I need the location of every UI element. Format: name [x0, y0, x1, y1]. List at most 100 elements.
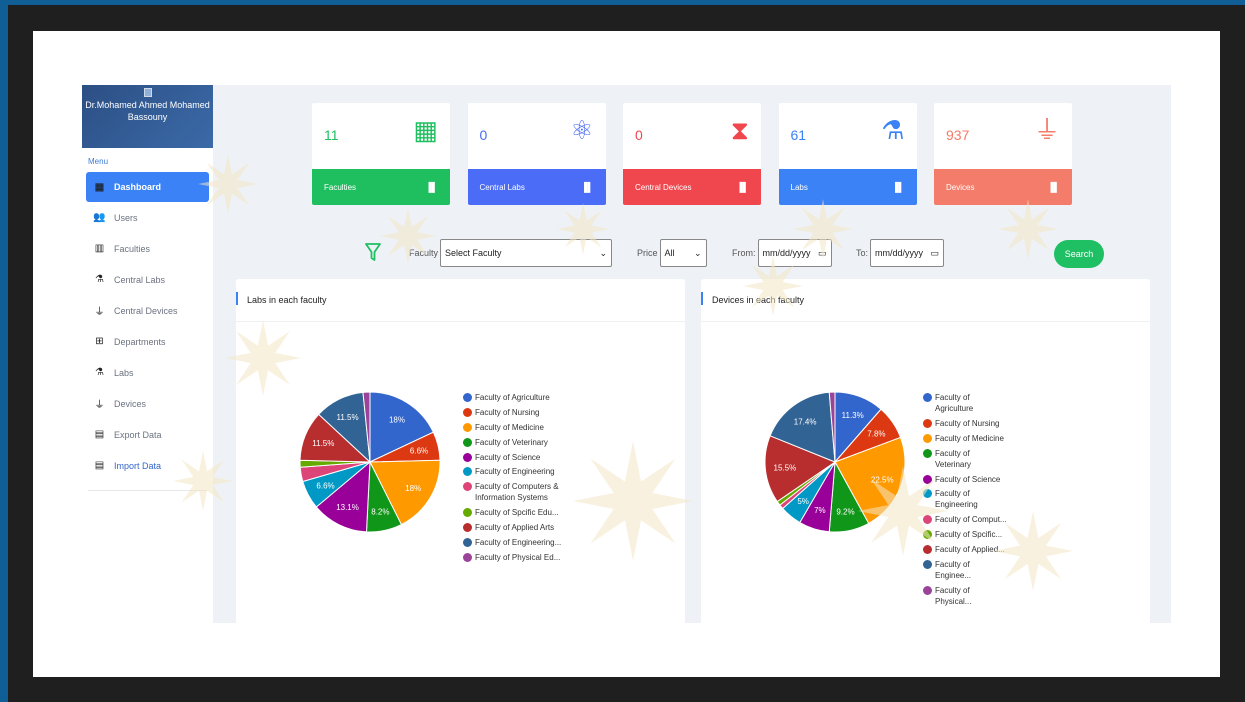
slice-label: 11.5% [312, 439, 334, 448]
stat-label: Labs [790, 182, 808, 192]
sidebar-item-labs[interactable]: ⚗ Labs [82, 357, 213, 388]
legend-label: Faculty of Spcific Edu... [475, 508, 559, 518]
menu-label: Menu [88, 157, 109, 166]
stat-card-footer: Labs ▐▌ [778, 169, 917, 205]
stat-card-faculties[interactable]: 11 ▦ Faculties ▐▌ [312, 103, 450, 205]
sidebar-item-dashboard[interactable]: ▦ Dashboard [86, 172, 209, 202]
legend-item[interactable]: Faculty of Comput... [923, 514, 1007, 525]
legend-swatch [463, 508, 472, 518]
slice-label: 6.6% [316, 482, 334, 491]
sidebar-item-label: Faculties [114, 243, 151, 254]
flask-icon: ⚗ [95, 367, 104, 378]
flask-icon: ⚗ [881, 115, 905, 145]
faculty-select[interactable]: Select Faculty ⌄ [440, 239, 613, 267]
legend-swatch [923, 489, 932, 499]
stat-count: 0 [635, 127, 643, 143]
faculty-filter-label: Faculty [409, 248, 439, 258]
legend-item[interactable]: Faculty of Enginee... [923, 559, 1007, 581]
avatar [143, 88, 152, 97]
legend-swatch [463, 538, 472, 548]
legend-item[interactable]: Faculty of Science [923, 474, 1007, 485]
user-profile[interactable]: Dr.Mohamed Ahmed Mohamed Bassouny [82, 85, 213, 148]
legend-item[interactable]: Faculty of Nursing [923, 418, 1007, 429]
sidebar-item-label: Devices [114, 398, 147, 409]
legend-item[interactable]: Faculty of Applied... [923, 544, 1007, 555]
file-export-icon: ▤ [94, 429, 105, 440]
building-icon: ▥ [94, 243, 105, 254]
devices-pie-chart: 11.3%7.8% 22.5% 9.2% 7% 5% 15.5% 17.4% [764, 391, 906, 533]
sidebar-item-users[interactable]: 👥 Users [82, 202, 213, 233]
sidebar-item-label: Central Labs [114, 274, 166, 285]
search-button[interactable]: Search [1054, 240, 1104, 268]
legend-item[interactable]: Faculty of Veterinary [463, 437, 565, 448]
sidebar-item-central-labs[interactable]: ⚗ Central Labs [82, 264, 213, 295]
to-date-input[interactable]: mm/dd/yyyy ▭ [870, 239, 945, 267]
sidebar-item-export-data[interactable]: ▤ Export Data [82, 419, 213, 450]
legend-swatch [923, 585, 932, 595]
plug-icon: ⏚ [1033, 115, 1060, 145]
legend-item[interactable]: Faculty of Spcific Edu... [463, 507, 565, 518]
sidebar-divider [88, 490, 207, 491]
left-border [0, 0, 8, 702]
legend-item[interactable]: Faculty of Engineering [463, 466, 565, 477]
legend-item[interactable]: Faculty of Medicine [463, 422, 565, 433]
sidebar-item-label: Departments [114, 336, 166, 347]
chevron-down-icon: ⌄ [599, 247, 608, 258]
legend-item[interactable]: Faculty of Applied Arts [463, 522, 565, 533]
sidebar: Dr.Mohamed Ahmed Mohamed Bassouny Menu ▦… [82, 85, 213, 623]
sidebar-item-import-data[interactable]: ▤ Import Data [82, 450, 213, 481]
to-date-label: To: [856, 248, 869, 258]
legend-swatch [463, 437, 472, 447]
building-icon: ▦ [413, 115, 438, 145]
legend-swatch [923, 418, 932, 428]
stat-card-labs[interactable]: 61 ⚗ Labs ▐▌ [778, 103, 917, 205]
legend-label: Faculty of Medicine [475, 422, 544, 432]
legend-label: Faculty of Engineering... [475, 538, 562, 548]
price-select[interactable]: All ⌄ [659, 239, 707, 267]
legend-swatch [463, 552, 472, 562]
legend-item[interactable]: Faculty of Physical Ed... [463, 552, 565, 563]
legend-item[interactable]: Faculty of Medicine [923, 433, 1007, 444]
stat-card-central-devices[interactable]: 0 ⧗ Central Devices ▐▌ [623, 103, 761, 205]
devices-chart-panel: Devices in each faculty 11.3% 7.8% 22.5% 9.… [701, 279, 1150, 623]
sidebar-item-faculties[interactable]: ▥ Faculties [82, 233, 213, 264]
legend-item[interactable]: Faculty of Computers & Information Syste… [463, 481, 565, 503]
stat-card-central-labs[interactable]: 0 ⚛ Central Labs ▐▌ [467, 103, 606, 205]
legend-item[interactable]: Faculty of Veterinary [923, 448, 1007, 470]
bar-chart-icon: ▐▌ [425, 182, 438, 192]
legend-item[interactable]: Faculty of Science [463, 452, 565, 463]
legend-item[interactable]: Faculty of Engineering [923, 488, 1007, 510]
legend-label: Faculty of Engineering [935, 489, 978, 510]
filter-bar: Faculty Select Faculty ⌄ Price All ⌄ Fro… [365, 239, 1104, 268]
legend-item[interactable]: Faculty of Engineering... [463, 537, 565, 548]
slice-label: 22.5% [871, 476, 894, 485]
stat-label: Devices [946, 182, 975, 192]
legend-label: Faculty of Agriculture [935, 393, 974, 413]
from-date-input[interactable]: mm/dd/yyyy ▭ [757, 239, 832, 267]
legend-swatch [923, 474, 932, 484]
legend-swatch [463, 407, 472, 417]
legend-item[interactable]: Faculty of Nursing [463, 407, 565, 418]
legend-swatch [923, 515, 932, 525]
sidebar-item-departments[interactable]: ⊞ Departments [82, 326, 213, 357]
sidebar-item-devices[interactable]: ⏚ Devices [82, 388, 213, 419]
legend-item[interactable]: Faculty of Agriculture [923, 392, 1007, 414]
stat-card-devices[interactable]: 937 ⏚ Devices ▐▌ [934, 103, 1072, 205]
dashboard-app: Dr.Mohamed Ahmed Mohamed Bassouny Menu ▦… [82, 85, 1171, 623]
legend-label: Faculty of Nursing [935, 418, 1000, 428]
plug-icon: ⏚ [94, 400, 105, 411]
slice-label: 9.2% [836, 507, 854, 516]
legend-label: Faculty of Science [475, 452, 541, 462]
dashboard-icon: ▦ [94, 181, 105, 193]
devices-chart-legend: Faculty of Agriculture Faculty of Nursing… [923, 392, 1007, 611]
legend-label: Faculty of Nursing [475, 407, 540, 417]
labs-chart-title: Labs in each faculty [236, 279, 685, 322]
legend-item[interactable]: Faculty of Physical... [923, 585, 1007, 607]
legend-label: Faculty of Applied Arts [475, 523, 555, 533]
legend-label: Faculty of Spcific... [935, 530, 1003, 540]
legend-item[interactable]: Faculty of Agriculture [463, 392, 565, 403]
legend-swatch [463, 422, 472, 432]
legend-item[interactable]: Faculty of Spcific... [923, 529, 1007, 540]
sidebar-item-central-devices[interactable]: ⏚ Central Devices [82, 295, 213, 326]
legend-label: Faculty of Comput... [935, 515, 1007, 525]
